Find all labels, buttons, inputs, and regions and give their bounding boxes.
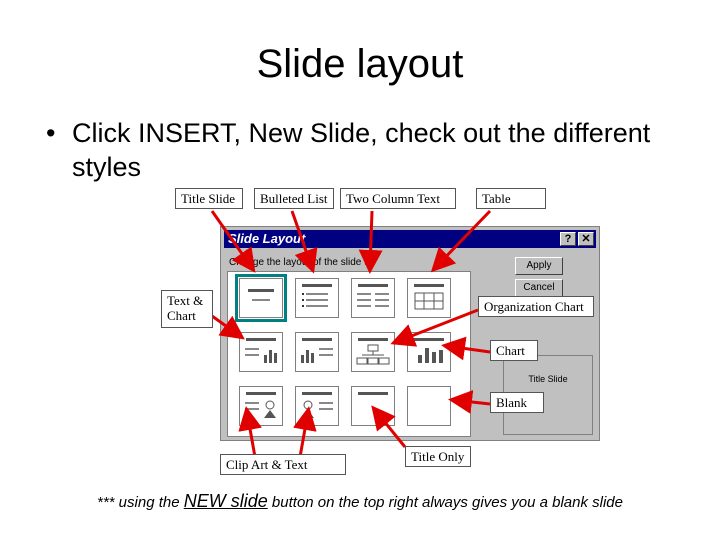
callout-two-column-text: Two Column Text bbox=[340, 188, 456, 209]
callout-clip-art-text: Clip Art & Text bbox=[220, 454, 346, 475]
arrow-clip-art-left bbox=[238, 406, 262, 458]
callout-chart: Chart bbox=[490, 340, 538, 361]
callout-title-slide: Title Slide bbox=[175, 188, 243, 209]
arrow-title-slide bbox=[210, 210, 256, 273]
callout-table: Table bbox=[476, 188, 546, 209]
arrow-table bbox=[430, 209, 492, 273]
callout-blank: Blank bbox=[490, 392, 544, 413]
arrow-bulleted-list bbox=[290, 210, 318, 274]
arrow-title-only bbox=[371, 405, 407, 448]
callout-title-only: Title Only bbox=[405, 446, 471, 467]
footnote-suffix: button on the top right always gives you… bbox=[271, 494, 623, 511]
callout-bulleted-list: Bulleted List bbox=[254, 188, 334, 209]
arrow-organization-chart bbox=[390, 308, 479, 347]
footnote: *** using the NEW slide button on the to… bbox=[0, 491, 720, 512]
callout-arrows bbox=[210, 209, 492, 458]
arrow-clip-art-right bbox=[293, 406, 317, 458]
callout-organization-chart: Organization Chart bbox=[478, 296, 594, 317]
arrow-two-column-text bbox=[358, 210, 383, 274]
arrow-text-chart bbox=[211, 314, 245, 340]
callout-text-chart: Text & Chart bbox=[161, 290, 213, 328]
arrow-blank bbox=[448, 390, 491, 414]
arrow-chart bbox=[441, 336, 491, 361]
new-slide-link[interactable]: NEW slide bbox=[184, 491, 268, 511]
footnote-prefix: *** using the bbox=[97, 494, 180, 511]
